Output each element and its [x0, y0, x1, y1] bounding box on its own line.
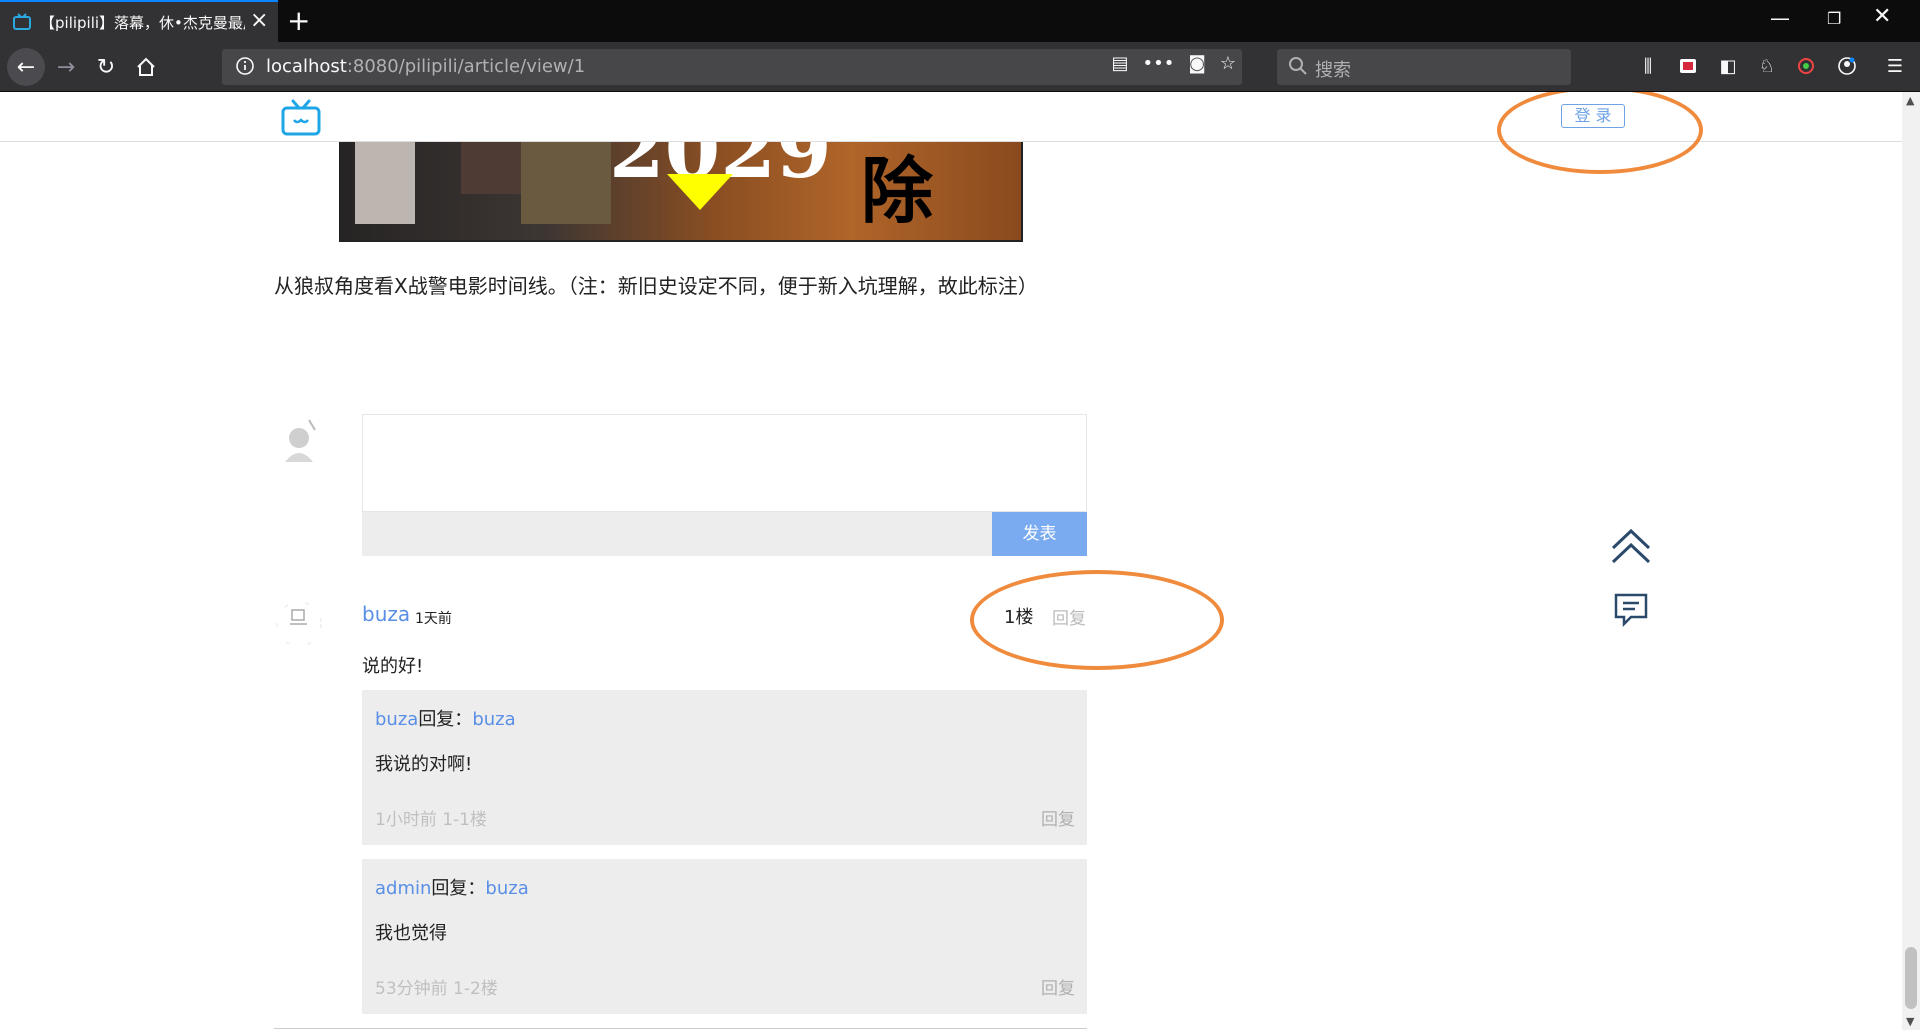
menu-icon[interactable]: ☰	[1883, 54, 1907, 78]
scroll-up-arrow-icon[interactable]: ▲	[1906, 94, 1914, 107]
reply-text: 我也觉得	[375, 923, 447, 944]
tab-close-icon[interactable]: ×	[250, 8, 268, 33]
tab-bar: 【pilipili】落幕，休•杰克曼最后 × + — ❐ ✕	[0, 0, 1920, 42]
reload-button[interactable]: ↻	[88, 49, 124, 85]
reply-reply-button[interactable]: 回复	[1041, 974, 1075, 999]
star-icon[interactable]: ☆	[1220, 53, 1236, 74]
reply-card: admin回复：buza 我也觉得 53分钟前 1-2楼 回复	[362, 859, 1087, 1014]
site-header: 登 录	[0, 92, 1902, 142]
reply-meta: 53分钟前 1-2楼	[375, 979, 498, 999]
evernote-icon[interactable]: ♘	[1755, 54, 1779, 78]
search-icon	[1289, 57, 1307, 75]
comment-reply-button[interactable]: 回复	[1052, 604, 1086, 629]
reload-icon: ↻	[96, 54, 116, 80]
reply-word: 回复：	[431, 878, 486, 899]
reply-text: 我说的对啊!	[375, 754, 473, 775]
home-icon	[137, 57, 155, 76]
home-button[interactable]	[128, 49, 164, 85]
reply-to-user[interactable]: buza	[472, 709, 515, 730]
restore-icon[interactable]: ❐	[1827, 9, 1841, 28]
url-bar[interactable]: localhost:8080/pilipili/article/view/1 ▤…	[222, 49, 1242, 85]
comment-user-avatar[interactable]	[275, 600, 323, 648]
back-button[interactable]: ←	[7, 48, 45, 86]
pocket-red-icon[interactable]	[1676, 54, 1700, 78]
url-bar-actions: ▤ ••• ◙ ☆	[1112, 53, 1236, 74]
post-comment-button[interactable]: 发表	[992, 512, 1087, 556]
tv-logo-icon[interactable]	[280, 98, 322, 138]
comment-username[interactable]: buza	[362, 602, 410, 626]
comment-textarea[interactable]	[362, 414, 1087, 512]
reply-word: 回复：	[418, 709, 473, 730]
divider	[274, 1028, 1087, 1029]
pocket-icon[interactable]: ◙	[1188, 53, 1205, 74]
account-icon[interactable]	[1835, 54, 1859, 78]
banner-character: 除	[861, 148, 934, 233]
color-picker-icon[interactable]	[1794, 54, 1818, 78]
reply-reply-button[interactable]: 回复	[1041, 805, 1075, 830]
back-to-top-icon[interactable]	[1608, 526, 1654, 566]
reply-from-user[interactable]: admin	[375, 878, 431, 899]
new-tab-button[interactable]: +	[287, 4, 310, 37]
minimize-icon[interactable]: —	[1770, 6, 1790, 30]
search-bar[interactable]: 搜索	[1277, 49, 1571, 85]
info-icon[interactable]	[234, 55, 256, 77]
back-arrow-icon: ←	[16, 54, 36, 80]
banner-arrow-icon	[667, 174, 733, 210]
window-close-icon[interactable]: ✕	[1873, 4, 1891, 29]
forward-arrow-icon: →	[56, 54, 76, 80]
comment-icon[interactable]	[1613, 592, 1649, 628]
page-scrollbar[interactable]: ▲ ▼	[1902, 92, 1920, 1030]
search-placeholder: 搜索	[1315, 60, 1351, 81]
reply-card: buza回复：buza 我说的对啊! 1小时前 1-1楼 回复	[362, 690, 1087, 845]
scrollbar-thumb[interactable]	[1905, 947, 1917, 1009]
library-icon[interactable]: ⫼	[1636, 54, 1660, 78]
reply-to-user[interactable]: buza	[485, 878, 528, 899]
login-button[interactable]: 登 录	[1561, 104, 1625, 128]
comment-text: 说的好!	[362, 656, 424, 677]
comment-toolbar	[362, 512, 1087, 556]
current-user-avatar	[285, 419, 316, 462]
tab-title: 【pilipili】落幕，休•杰克曼最后	[40, 14, 245, 32]
page-viewport: 2029 除 从狼叔角度看X战警电影时间线。（注：新旧史设定不同，便于新入坑理解…	[0, 92, 1902, 1030]
reply-from-user[interactable]: buza	[375, 709, 418, 730]
comment-time: 1天前	[415, 611, 452, 627]
sidebar-icon[interactable]: ◧	[1716, 54, 1740, 78]
reader-view-icon[interactable]: ▤	[1112, 53, 1129, 74]
comment-floor: 1楼	[1004, 607, 1034, 628]
more-icon[interactable]: •••	[1143, 53, 1175, 74]
reply-meta: 1小时前 1-1楼	[375, 810, 487, 830]
reply-header: admin回复：buza	[375, 874, 529, 900]
reply-header: buza回复：buza	[375, 705, 516, 731]
navigation-toolbar: ← → ↻ localhost:8080/pilipili/article/vi…	[0, 42, 1920, 92]
scroll-down-arrow-icon[interactable]: ▼	[1906, 1015, 1914, 1028]
active-tab[interactable]: 【pilipili】落幕，休•杰克曼最后 ×	[0, 0, 278, 42]
tv-favicon-icon	[13, 13, 31, 30]
forward-button[interactable]: →	[48, 49, 84, 85]
article-description: 从狼叔角度看X战警电影时间线。（注：新旧史设定不同，便于新入坑理解，故此标注）	[274, 274, 1038, 298]
url-text: localhost:8080/pilipili/article/view/1	[266, 56, 586, 77]
